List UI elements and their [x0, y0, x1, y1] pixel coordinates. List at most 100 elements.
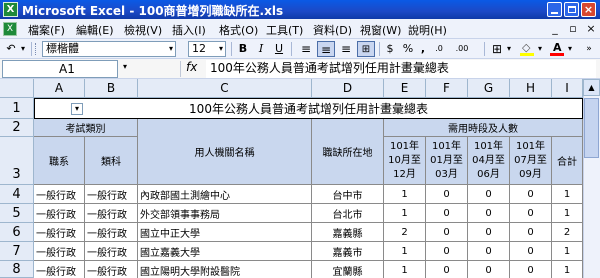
cell-period-4[interactable]: 0	[510, 242, 552, 261]
cell-period-3[interactable]: 0	[468, 185, 510, 204]
scroll-thumb[interactable]	[584, 98, 599, 158]
comma-button[interactable]: ,	[419, 41, 427, 57]
font-color-icon[interactable]: A	[550, 41, 564, 57]
undo-dropdown-icon[interactable]: ▾	[19, 41, 27, 57]
name-box-dropdown-icon[interactable]: ▾	[123, 62, 127, 71]
toolbar-options-icon[interactable]: »	[584, 41, 594, 57]
header-total[interactable]: 合計	[552, 137, 583, 185]
align-right-icon[interactable]: ≡	[338, 41, 354, 57]
cell-period-1[interactable]: 1	[384, 204, 426, 223]
menu-window[interactable]: 視窗(W)	[360, 22, 401, 38]
cell-period-1[interactable]: 1	[384, 185, 426, 204]
cell-subject[interactable]: 一般行政	[85, 185, 138, 204]
cell-location[interactable]: 嘉義縣	[312, 223, 384, 242]
row-header-2[interactable]: 2	[0, 119, 34, 137]
font-size-box[interactable]: 12 ▾	[188, 41, 226, 57]
cell-subject[interactable]: 一般行政	[85, 242, 138, 261]
cell-location[interactable]: 台北市	[312, 204, 384, 223]
header-period-3[interactable]: 101年04月至06月	[468, 137, 510, 185]
cell-period-2[interactable]: 0	[426, 223, 468, 242]
cell-period-4[interactable]: 0	[510, 261, 552, 278]
header-subject[interactable]: 類科	[85, 137, 138, 185]
cell-period-3[interactable]: 0	[468, 242, 510, 261]
menu-help[interactable]: 說明(H)	[408, 22, 447, 38]
align-center-icon[interactable]: ≡	[317, 41, 335, 57]
header-agency-name[interactable]: 用人機關名稱	[138, 119, 312, 185]
cell-department[interactable]: 一般行政	[34, 261, 85, 278]
menu-format[interactable]: 格式(O)	[219, 22, 258, 38]
cell-location[interactable]: 嘉義市	[312, 242, 384, 261]
font-dropdown-icon[interactable]: ▾	[169, 42, 173, 56]
insert-function-icon[interactable]: fx	[186, 60, 197, 74]
row-header-5[interactable]: 5	[0, 204, 34, 223]
cell-agency[interactable]: 內政部國土測繪中心	[138, 185, 312, 204]
menu-tools[interactable]: 工具(T)	[266, 22, 303, 38]
doc-close-button[interactable]: ×	[584, 22, 598, 36]
cell-department[interactable]: 一般行政	[34, 204, 85, 223]
autofilter-dropdown-icon[interactable]: ▾	[71, 103, 83, 115]
select-all-corner[interactable]	[0, 79, 34, 98]
column-header-f[interactable]: F	[426, 79, 468, 98]
close-button[interactable]: ×	[581, 2, 596, 17]
column-header-g[interactable]: G	[468, 79, 510, 98]
cell-period-3[interactable]: 0	[468, 261, 510, 278]
cell-total[interactable]: 2	[552, 223, 583, 242]
minimize-button[interactable]	[547, 2, 562, 17]
header-period-group[interactable]: 需用時段及人數	[384, 119, 583, 137]
column-header-b[interactable]: B	[85, 79, 138, 98]
row-header-7[interactable]: 7	[0, 242, 34, 261]
row-header-3[interactable]: 3	[0, 137, 34, 185]
name-box[interactable]: A1	[2, 60, 118, 78]
cell-period-3[interactable]: 0	[468, 204, 510, 223]
cell-period-1[interactable]: 1	[384, 242, 426, 261]
formula-input[interactable]: 100年公務人員普通考試增列任用計畫彙總表	[206, 60, 596, 78]
column-header-i[interactable]: I	[552, 79, 583, 98]
header-location[interactable]: 職缺所在地	[312, 119, 384, 185]
vertical-scrollbar[interactable]: ▲	[583, 79, 600, 278]
header-exam-category[interactable]: 考試類別	[34, 119, 138, 137]
column-header-d[interactable]: D	[312, 79, 384, 98]
cell-total[interactable]: 1	[552, 261, 583, 278]
cell-period-4[interactable]: 0	[510, 185, 552, 204]
borders-icon[interactable]: ⊞	[490, 41, 504, 57]
cell-subject[interactable]: 一般行政	[85, 223, 138, 242]
column-header-h[interactable]: H	[510, 79, 552, 98]
borders-dropdown-icon[interactable]: ▾	[505, 41, 513, 57]
cell-total[interactable]: 1	[552, 204, 583, 223]
row-header-6[interactable]: 6	[0, 223, 34, 242]
cell-period-3[interactable]: 0	[468, 223, 510, 242]
undo-icon[interactable]: ↶	[4, 41, 18, 57]
doc-minimize-button[interactable]: _	[548, 22, 562, 36]
cell-agency[interactable]: 外交部領事事務局	[138, 204, 312, 223]
increase-decimal-button[interactable]: .0	[430, 41, 448, 57]
font-color-dropdown-icon[interactable]: ▾	[566, 41, 574, 57]
cell-subject[interactable]: 一般行政	[85, 204, 138, 223]
column-header-a[interactable]: A	[34, 79, 85, 98]
cell-period-1[interactable]: 2	[384, 223, 426, 242]
cell-subject[interactable]: 一般行政	[85, 261, 138, 278]
cell-period-2[interactable]: 0	[426, 204, 468, 223]
fill-color-icon[interactable]: ◇	[520, 41, 534, 56]
maximize-button[interactable]	[564, 2, 579, 17]
font-name-box[interactable]: 標楷體 ▾	[42, 41, 176, 57]
align-left-icon[interactable]: ≡	[298, 41, 314, 57]
cell-total[interactable]: 1	[552, 185, 583, 204]
cell-period-4[interactable]: 0	[510, 204, 552, 223]
menu-file[interactable]: 檔案(F)	[28, 22, 65, 38]
doc-restore-button[interactable]: ▫	[566, 22, 580, 36]
column-header-c[interactable]: C	[138, 79, 312, 98]
column-header-e[interactable]: E	[384, 79, 426, 98]
cell-period-1[interactable]: 1	[384, 261, 426, 278]
menu-data[interactable]: 資料(D)	[313, 22, 352, 38]
currency-button[interactable]: $	[384, 41, 396, 57]
bold-button[interactable]: B	[236, 41, 250, 57]
cell-period-4[interactable]: 0	[510, 223, 552, 242]
row-header-8[interactable]: 8	[0, 261, 34, 278]
font-size-dropdown-icon[interactable]: ▾	[219, 42, 223, 56]
cell-total[interactable]: 1	[552, 242, 583, 261]
menu-view[interactable]: 檢視(V)	[124, 22, 162, 38]
cell-period-2[interactable]: 0	[426, 261, 468, 278]
fill-color-dropdown-icon[interactable]: ▾	[536, 41, 544, 57]
menu-edit[interactable]: 編輯(E)	[76, 22, 114, 38]
merge-center-icon[interactable]: ⊞	[357, 41, 375, 57]
